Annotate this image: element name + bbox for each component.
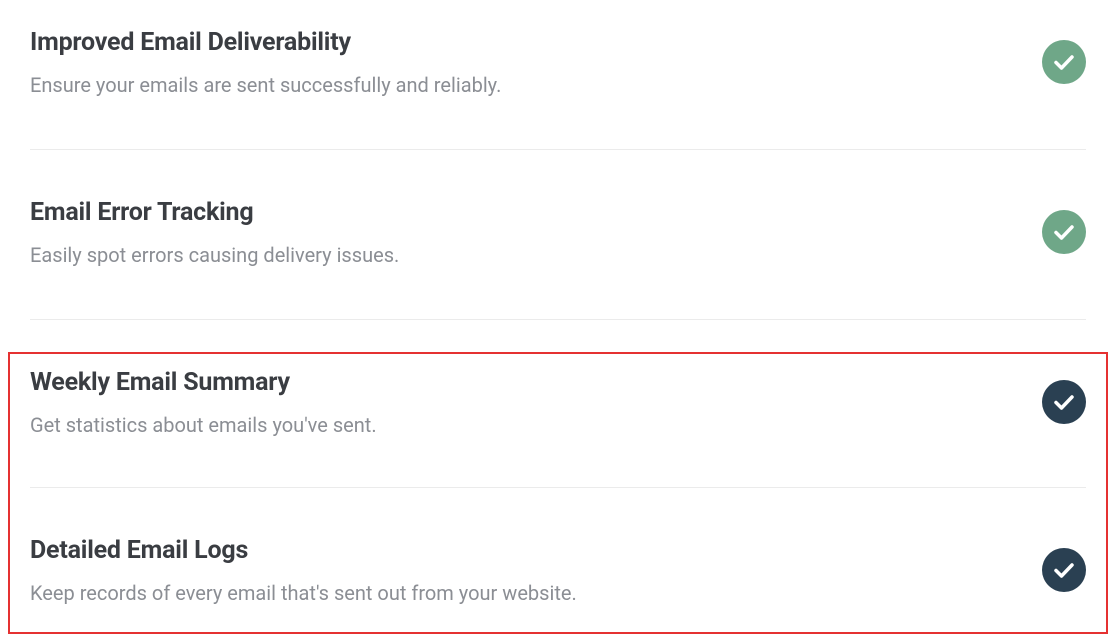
- feature-description: Easily spot errors causing delivery issu…: [30, 241, 1022, 269]
- feature-text: Email Error Tracking Easily spot errors …: [30, 198, 1022, 269]
- feature-text: Detailed Email Logs Keep records of ever…: [30, 536, 1022, 607]
- feature-title: Detailed Email Logs: [30, 536, 1022, 565]
- feature-list: Improved Email Deliverability Ensure you…: [0, 0, 1116, 607]
- feature-text: Weekly Email Summary Get statistics abou…: [30, 368, 1022, 439]
- feature-row-deliverability: Improved Email Deliverability Ensure you…: [30, 28, 1086, 150]
- check-icon: [1042, 210, 1086, 254]
- feature-title: Weekly Email Summary: [30, 368, 1022, 397]
- feature-row-error-tracking: Email Error Tracking Easily spot errors …: [30, 198, 1086, 320]
- feature-description: Keep records of every email that's sent …: [30, 579, 1022, 607]
- feature-description: Ensure your emails are sent successfully…: [30, 71, 1022, 99]
- feature-row-weekly-summary: Weekly Email Summary Get statistics abou…: [30, 368, 1086, 488]
- feature-row-email-logs: Detailed Email Logs Keep records of ever…: [30, 536, 1086, 607]
- feature-title: Email Error Tracking: [30, 198, 1022, 227]
- feature-description: Get statistics about emails you've sent.: [30, 411, 1022, 439]
- feature-text: Improved Email Deliverability Ensure you…: [30, 28, 1022, 99]
- check-icon: [1042, 548, 1086, 592]
- check-icon: [1042, 40, 1086, 84]
- feature-title: Improved Email Deliverability: [30, 28, 1022, 57]
- check-icon: [1042, 380, 1086, 424]
